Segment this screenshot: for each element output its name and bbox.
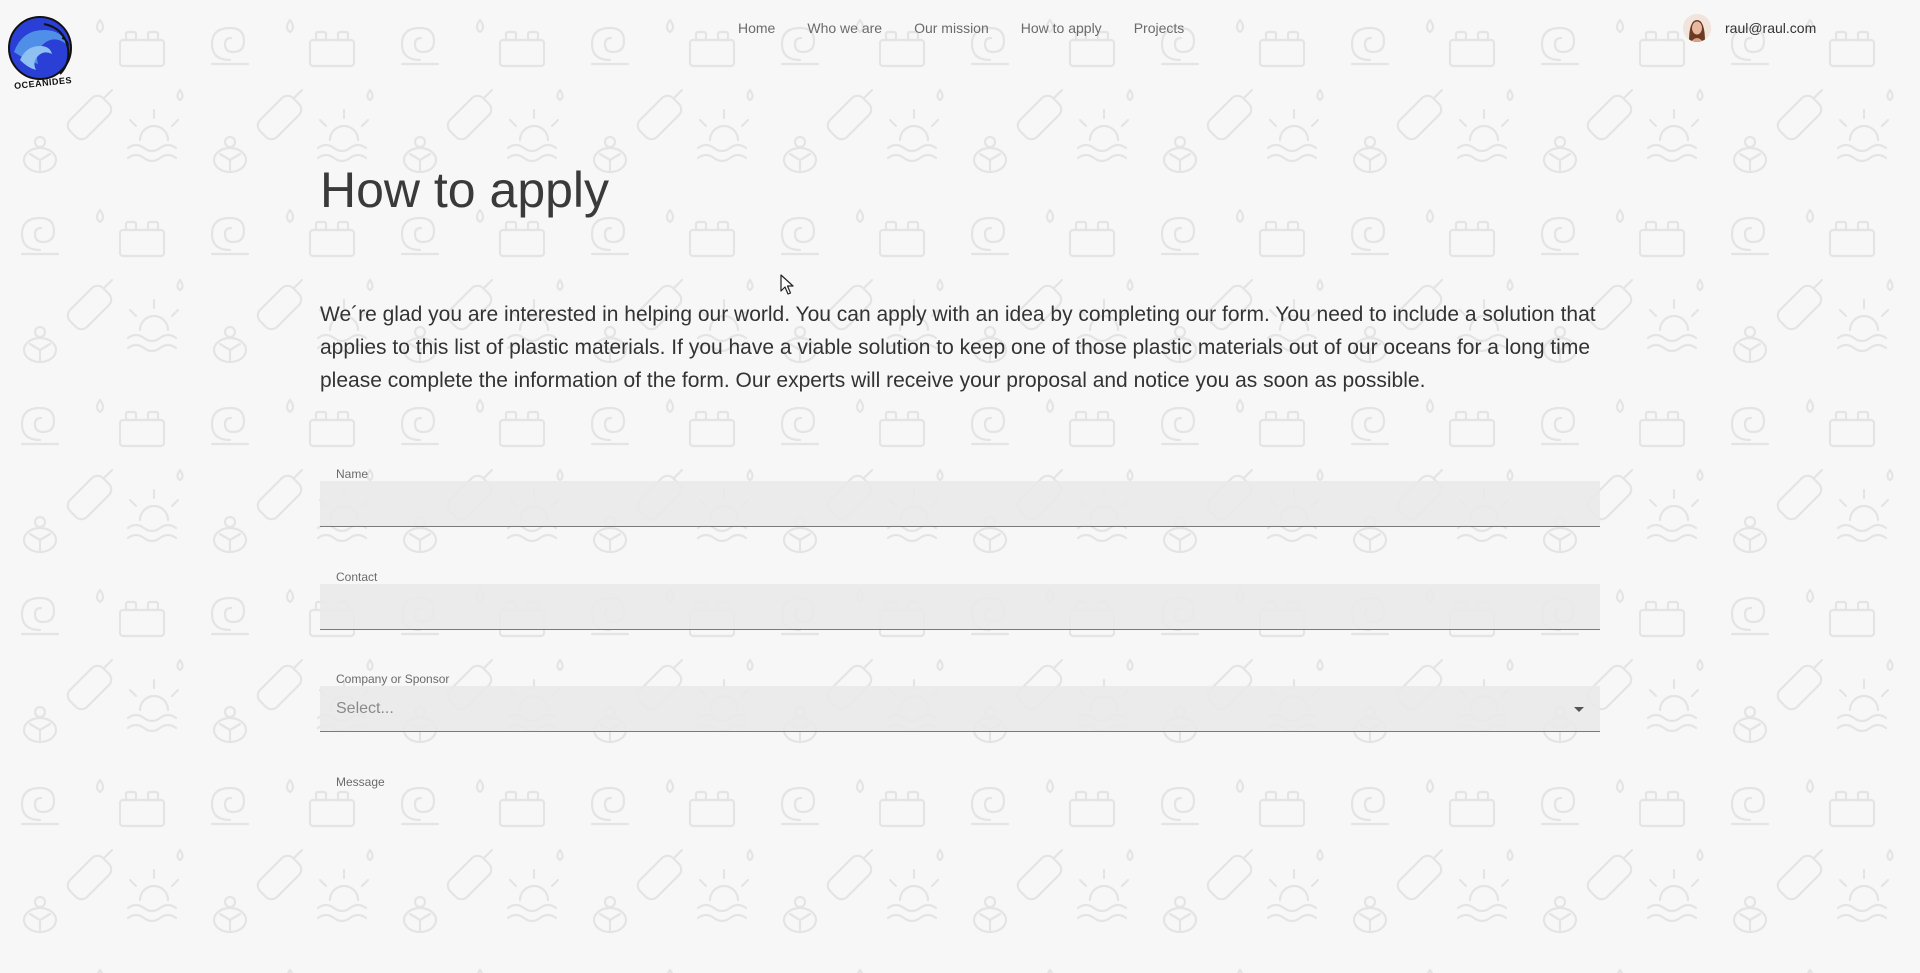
name-label: Name bbox=[336, 467, 369, 481]
page-title: How to apply bbox=[320, 162, 610, 218]
company-field-group: Company or Sponsor Select... bbox=[320, 672, 1600, 734]
main-nav: Home Who we are Our mission How to apply… bbox=[722, 16, 1200, 40]
intro-paragraph: We´re glad you are interested in helping… bbox=[320, 303, 1596, 392]
user-menu[interactable]: raul@raul.com bbox=[1683, 14, 1816, 42]
message-input[interactable] bbox=[320, 789, 1600, 939]
nav-our-mission[interactable]: Our mission bbox=[898, 16, 1005, 40]
site-header: OCEANIDES Home Who we are Our mission Ho… bbox=[0, 0, 1920, 95]
message-field-group: Message bbox=[320, 775, 1600, 945]
contact-field-box bbox=[320, 584, 1600, 630]
contact-field-group: Contact bbox=[320, 570, 1600, 632]
company-select[interactable]: Select... bbox=[320, 686, 1600, 732]
page: OCEANIDES Home Who we are Our mission Ho… bbox=[0, 0, 1920, 973]
name-field-box bbox=[320, 481, 1600, 527]
message-label: Message bbox=[336, 775, 385, 789]
oceanides-logo[interactable]: OCEANIDES bbox=[6, 8, 78, 92]
nav-home[interactable]: Home bbox=[722, 16, 791, 40]
contact-input[interactable] bbox=[320, 584, 1600, 629]
avatar[interactable] bbox=[1683, 14, 1711, 42]
dropdown-arrow-icon[interactable] bbox=[1570, 700, 1588, 718]
name-input[interactable] bbox=[320, 481, 1600, 526]
nav-who-we-are[interactable]: Who we are bbox=[791, 16, 898, 40]
company-select-placeholder: Select... bbox=[336, 700, 394, 717]
user-email[interactable]: raul@raul.com bbox=[1725, 18, 1816, 38]
nav-how-to-apply[interactable]: How to apply bbox=[1005, 16, 1118, 40]
avatar-image bbox=[1683, 14, 1711, 42]
mouse-cursor-icon bbox=[780, 274, 794, 295]
contact-label: Contact bbox=[336, 570, 378, 584]
company-label: Company or Sponsor bbox=[336, 672, 450, 686]
nav-projects[interactable]: Projects bbox=[1118, 16, 1201, 40]
name-field-group: Name bbox=[320, 467, 1600, 529]
